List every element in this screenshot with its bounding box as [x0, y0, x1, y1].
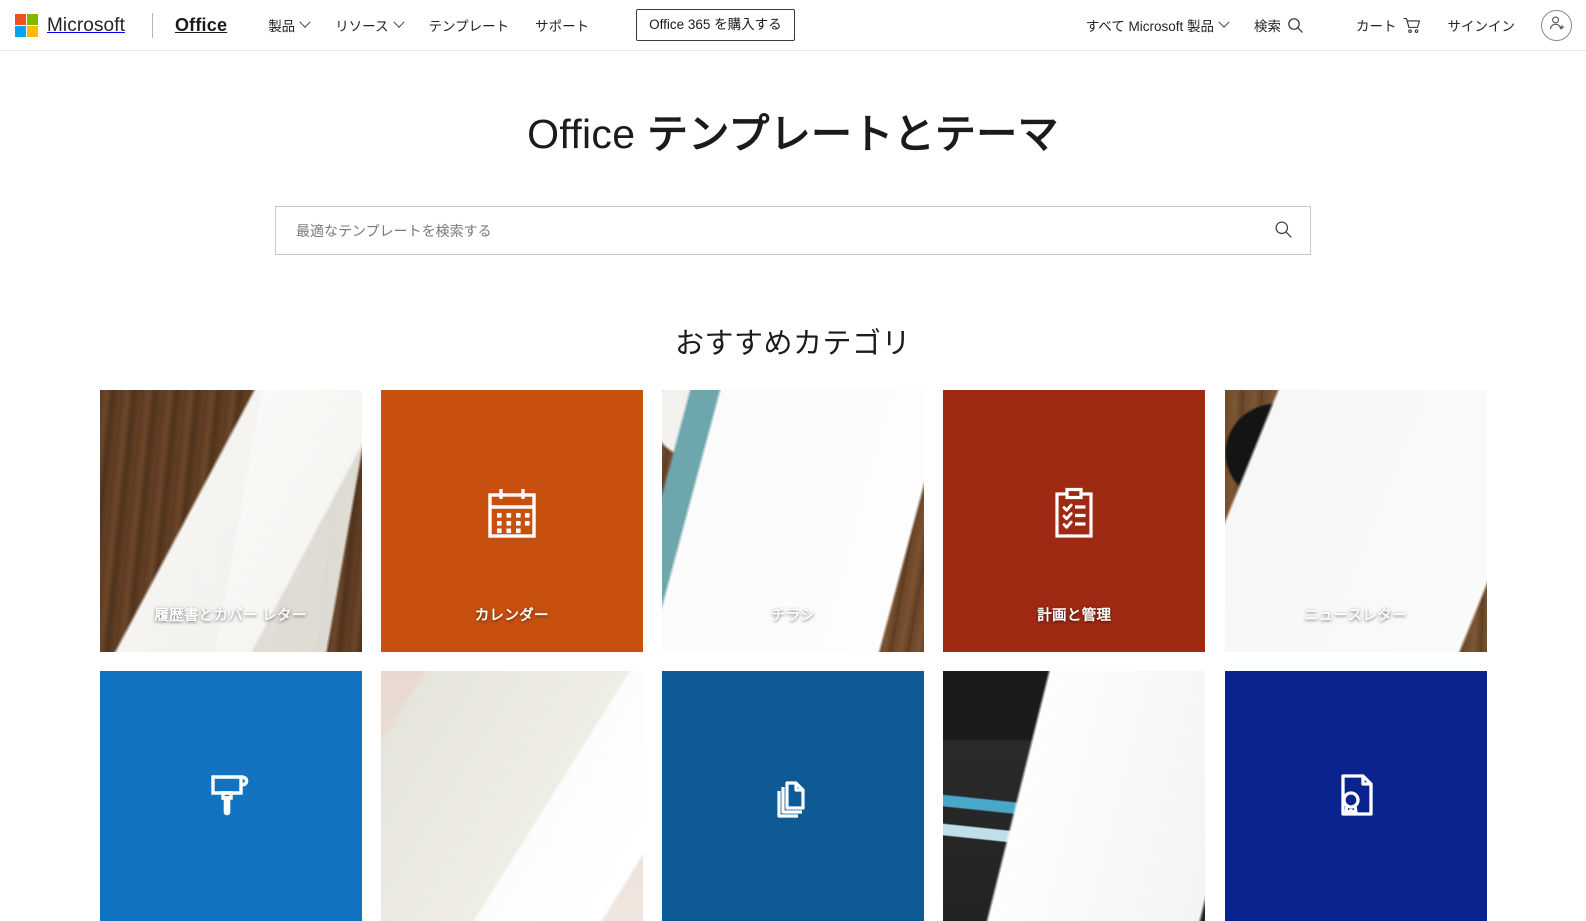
all-microsoft-products-menu[interactable]: すべて Microsoft 製品 — [1073, 9, 1241, 41]
section-title-featured-categories: おすすめカテゴリ — [674, 328, 911, 361]
calendar-icon — [482, 484, 542, 544]
paintbrush-icon — [201, 765, 261, 825]
category-card-resume-cover-letter[interactable]: 履歴書とカバー レター — [99, 390, 362, 653]
page-title-bold: テンプレートとテーマ — [647, 111, 1059, 157]
category-card-brochure[interactable] — [380, 671, 643, 921]
global-header: Microsoft Office 製品 リソース テンプレート サポート Off… — [0, 0, 1586, 51]
category-grid: 履歴書とカバー レター カレンダー チラシ 計画と管理 ニュースレター — [99, 390, 1487, 921]
nav-item-resources[interactable]: リソース — [322, 9, 415, 41]
search-icon — [1287, 17, 1304, 34]
category-card-invoice[interactable] — [943, 671, 1206, 921]
category-card-label: カレンダー — [474, 608, 549, 625]
search-input[interactable] — [275, 206, 1311, 256]
category-card-label: 履歴書とカバー レター — [154, 608, 307, 625]
person-add-icon — [1547, 13, 1567, 38]
microsoft-wordmark: Microsoft — [47, 14, 125, 36]
page-title-light: Office — [527, 111, 636, 157]
chevron-down-icon — [299, 16, 311, 28]
header-search-button[interactable]: 検索 — [1241, 9, 1317, 41]
category-card-newsletter[interactable]: ニュースレター — [1224, 390, 1487, 653]
nav-item-support-label: サポート — [535, 19, 590, 34]
category-card-calendar[interactable]: カレンダー — [380, 390, 643, 653]
template-search — [275, 206, 1311, 256]
header-search-label: 検索 — [1254, 19, 1281, 34]
microsoft-logo-link[interactable]: Microsoft — [11, 13, 129, 37]
category-card-documents[interactable] — [662, 671, 924, 921]
shopping-cart-icon — [1402, 17, 1422, 34]
search-icon — [1274, 220, 1293, 242]
primary-nav: 製品 リソース テンプレート サポート — [255, 9, 602, 41]
account-avatar-button[interactable] — [1541, 9, 1572, 41]
stacked-pages-icon — [763, 765, 823, 825]
cart-button[interactable]: カート — [1343, 9, 1435, 41]
buy-office365-button[interactable]: Office 365 を購入する — [636, 9, 795, 41]
cart-label: カート — [1356, 19, 1397, 34]
nav-item-templates-label: テンプレート — [428, 19, 510, 34]
clipboard-checklist-icon — [1044, 484, 1104, 544]
nav-item-products-label: 製品 — [268, 19, 296, 34]
certificate-icon — [1326, 765, 1386, 825]
sign-in-label: サインイン — [1447, 19, 1516, 34]
nav-item-resources-label: リソース — [335, 19, 389, 34]
office-brand-link[interactable]: Office — [175, 15, 227, 36]
category-card-label: 計画と管理 — [1037, 608, 1112, 625]
all-microsoft-products-label: すべて Microsoft 製品 — [1085, 19, 1214, 34]
page-title: Office テンプレートとテーマ — [0, 110, 1586, 159]
hero-section: Office テンプレートとテーマ — [0, 51, 1586, 256]
search-submit-button[interactable] — [1263, 206, 1303, 255]
header-utility-nav: すべて Microsoft 製品 検索 カート サインイン — [1073, 9, 1572, 41]
category-card-label: チラシ — [770, 608, 816, 625]
category-card-flyer[interactable]: チラシ — [662, 390, 924, 653]
category-card-planning-and-management[interactable]: 計画と管理 — [943, 390, 1206, 653]
category-card-themes[interactable] — [99, 671, 362, 921]
chevron-down-icon — [392, 16, 405, 28]
category-card-label: ニュースレター — [1304, 608, 1407, 625]
header-divider — [151, 12, 153, 38]
nav-item-support[interactable]: サポート — [522, 9, 602, 41]
microsoft-logo-icon — [15, 13, 38, 37]
nav-item-templates[interactable]: テンプレート — [416, 9, 523, 41]
nav-item-products[interactable]: 製品 — [255, 9, 322, 41]
sign-in-link[interactable]: サインイン — [1435, 9, 1529, 41]
chevron-down-icon — [1218, 16, 1230, 28]
category-card-certificate[interactable] — [1224, 671, 1487, 921]
